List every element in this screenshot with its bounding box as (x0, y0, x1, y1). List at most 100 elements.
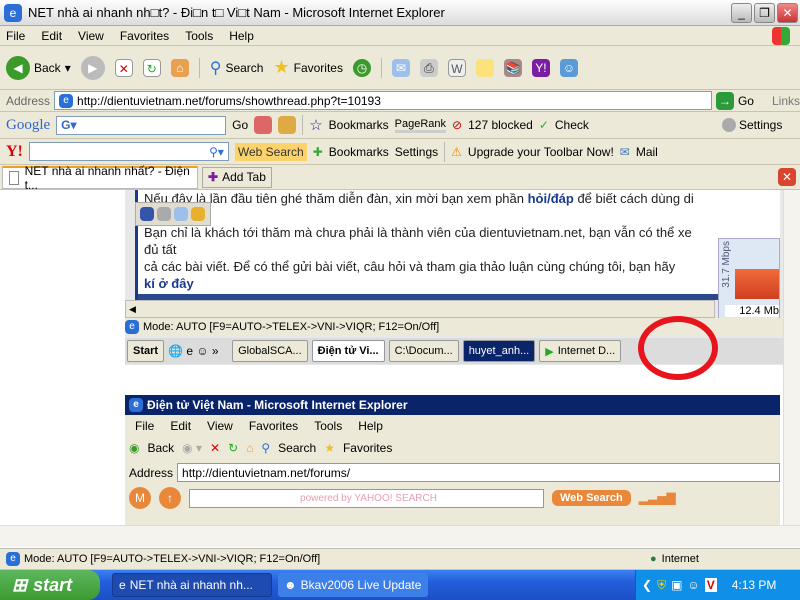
stop-button[interactable]: ✕ (114, 58, 133, 77)
home-icon[interactable]: ⌂ (246, 441, 253, 455)
menu-file[interactable]: File (135, 419, 154, 433)
google-news-icon[interactable] (254, 116, 273, 134)
refresh-icon[interactable]: ↻ (228, 441, 238, 455)
bookmarks-star-icon: ☆ (309, 117, 323, 134)
google-tools-icon[interactable] (278, 116, 297, 134)
google-go-button[interactable]: Go (232, 118, 248, 132)
menu-favorites[interactable]: Favorites (120, 29, 169, 43)
antivirus-icon[interactable]: V (704, 578, 717, 592)
ie-icon: e (125, 320, 139, 334)
menu-view[interactable]: View (78, 29, 104, 43)
up-icon[interactable]: ↑ (159, 487, 181, 509)
inner-task-item[interactable]: C:\Docum... (388, 340, 459, 362)
home-button[interactable]: ⌂ (170, 58, 189, 77)
clock[interactable]: 4:13 PM (732, 578, 777, 592)
back-button[interactable]: ◀ Back ▾ (6, 55, 71, 80)
google-bookmarks-button[interactable]: Bookmarks (329, 118, 389, 132)
inner-hscrollbar[interactable]: ◀ (125, 300, 715, 318)
go-arrow-icon[interactable]: → (716, 91, 734, 110)
yahoo-bookmarks-button[interactable]: Bookmarks (329, 145, 389, 159)
page-icon: e (59, 93, 74, 108)
messenger-icon[interactable]: ☺ (687, 578, 699, 592)
embedded-screenshot-2: e Điện tử Việt Nam - Microsoft Internet E… (125, 395, 780, 525)
tab-active[interactable]: NET nhà ai nhanh nhất? - Điện t... (2, 164, 198, 192)
taskbar-item[interactable]: ☻ Bkav2006 Live Update (278, 573, 428, 597)
menu-favorites[interactable]: Favorites (249, 419, 298, 433)
save-icon[interactable] (140, 207, 154, 221)
yahoo-messenger-icon[interactable]: Y! (531, 58, 550, 77)
forum-notice: Nếu đây là lần đầu tiên ghé thăm diễn đà… (135, 190, 780, 300)
popup-blocked-count[interactable]: 127 blocked (468, 118, 533, 132)
favorites-button[interactable]: ★ Favorites (273, 57, 343, 78)
inner-yahoo-search-input[interactable]: powered by YAHOO! SEARCH (189, 488, 544, 508)
msn-messenger-icon[interactable]: ☺ (559, 58, 578, 77)
inner-start-button[interactable]: Start (127, 340, 165, 362)
inner-yahoo-toolbar: M ↑ powered by YAHOO! SEARCH Web Search … (129, 487, 780, 509)
forward-button[interactable]: ▶ (80, 55, 105, 80)
mail-icon[interactable] (174, 207, 188, 221)
inner-task-item[interactable]: huyet_anh... (462, 340, 536, 362)
tray-expand-icon[interactable]: ❮ (642, 578, 652, 592)
menu-file[interactable]: File (6, 29, 25, 43)
inner-task-item[interactable]: GlobalSCA... (232, 340, 308, 362)
yahoo-web-search-button[interactable]: Web Search (234, 142, 307, 161)
add-tab-button[interactable]: ✚ Add Tab (202, 166, 272, 188)
start-button[interactable]: ⊞ start (0, 570, 100, 600)
forward-icon[interactable]: ◉ ▾ (182, 441, 202, 455)
network-icon[interactable]: ▣ (671, 578, 682, 592)
menu-tools[interactable]: Tools (314, 419, 342, 433)
menu-edit[interactable]: Edit (41, 29, 62, 43)
search-icon: ⚲ (261, 441, 271, 455)
notes-button[interactable] (475, 58, 494, 77)
vertical-scrollbar[interactable] (783, 190, 800, 525)
folder-icon[interactable] (191, 207, 205, 221)
stop-icon[interactable]: ✕ (210, 441, 220, 455)
yahoo-logo[interactable]: Y! (6, 143, 23, 161)
mail-button[interactable]: ✉ (391, 58, 410, 77)
upgrade-toolbar-button[interactable]: Upgrade your Toolbar Now! (468, 145, 614, 159)
history-button[interactable]: ◷ (352, 58, 371, 77)
m-icon[interactable]: M (129, 487, 151, 509)
inner-address-input[interactable]: http://dientuvietnam.net/forums/ (177, 463, 780, 482)
quick-launch: 🌐 e ☺ » (168, 344, 219, 358)
globe-icon: ● (650, 553, 657, 565)
google-toolbar: Google G▾ Go ☆ Bookmarks PageRank ⊘ 127 … (0, 112, 800, 139)
google-search-input[interactable]: G▾ (56, 115, 227, 135)
refresh-button[interactable]: ↻ (142, 58, 161, 77)
go-button[interactable]: Go (738, 94, 754, 108)
yahoo-mail-button[interactable]: Mail (636, 145, 658, 159)
inner-task-item[interactable]: Điện tử Vi... (311, 340, 385, 362)
faq-link[interactable]: hỏi/đáp (528, 191, 574, 206)
horizontal-scrollbar[interactable] (0, 525, 800, 547)
links-button[interactable]: Links (772, 94, 800, 108)
search-button[interactable]: ⚲ Search (210, 58, 264, 78)
tab-bar: NET nhà ai nhanh nhất? - Điện t... ✚ Add … (0, 164, 800, 192)
menu-tools[interactable]: Tools (185, 29, 213, 43)
ie-icon: e (4, 3, 22, 22)
inner-task-item-internet-download[interactable]: ▶ Internet D... (539, 340, 622, 362)
register-link[interactable]: kí ở đây (144, 275, 780, 292)
close-button[interactable]: ✕ (777, 3, 798, 23)
inner-web-search-button[interactable]: Web Search (552, 490, 631, 506)
restore-button[interactable]: ❐ (754, 3, 775, 23)
minimize-button[interactable]: _ (731, 3, 752, 23)
word-edit-button[interactable]: W (447, 58, 466, 77)
research-button[interactable]: 📚 (503, 58, 522, 77)
yahoo-search-input[interactable]: ⚲▾ (28, 142, 229, 161)
inner-search-button[interactable]: Search (278, 441, 316, 455)
print-button[interactable]: ⎙ (419, 58, 438, 77)
spellcheck-button[interactable]: Check (555, 118, 589, 132)
yahoo-settings-button[interactable]: Settings (395, 145, 438, 159)
menu-view[interactable]: View (207, 419, 233, 433)
close-tab-button[interactable]: ✕ (778, 168, 796, 186)
security-shield-icon[interactable]: ⛨ (657, 578, 666, 593)
address-input[interactable]: e http://dientuvietnam.net/forums/showth… (54, 91, 713, 110)
print-icon[interactable] (157, 207, 171, 221)
google-settings-button[interactable]: Settings (722, 118, 782, 132)
inner-back-button[interactable]: Back (147, 441, 174, 455)
taskbar-item[interactable]: e NET nhà ai nhanh nh... (112, 573, 272, 597)
menu-help[interactable]: Help (229, 29, 254, 43)
menu-help[interactable]: Help (358, 419, 383, 433)
inner-favorites-button[interactable]: Favorites (343, 441, 392, 455)
menu-edit[interactable]: Edit (170, 419, 191, 433)
